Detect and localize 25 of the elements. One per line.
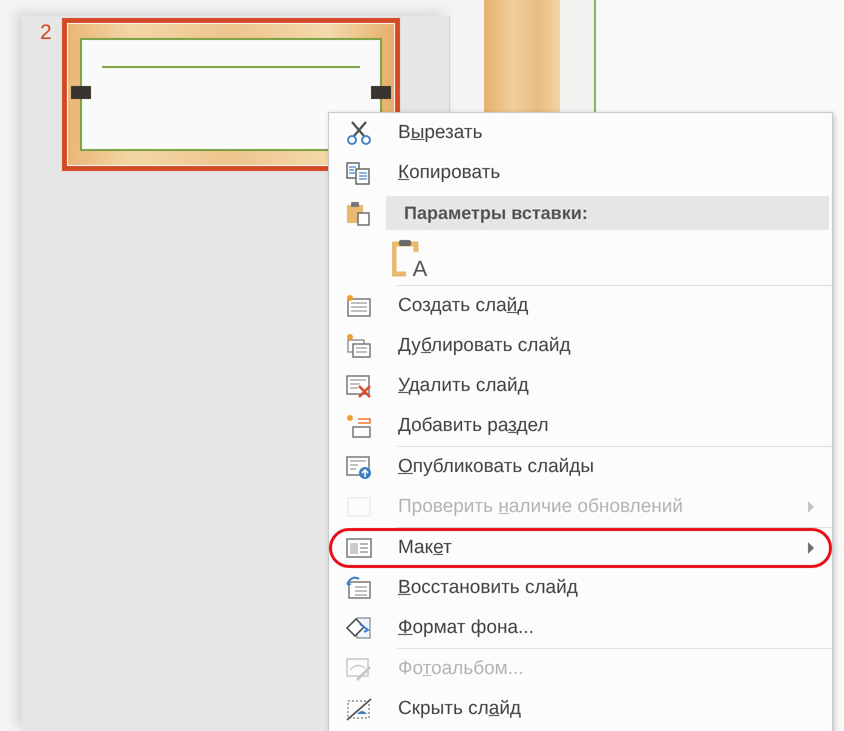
photo-album-icon — [345, 656, 373, 682]
new-slide-icon — [345, 293, 373, 319]
menu-item[interactable]: Копировать — [329, 153, 832, 193]
delete-slide-icon — [345, 373, 373, 399]
menu-item[interactable]: Вырезать — [329, 113, 832, 153]
menu-item[interactable]: Создать слайд — [329, 286, 832, 326]
menu-item[interactable]: Скрыть слайд — [329, 689, 832, 729]
hide-slide-icon — [345, 696, 373, 722]
menu-item[interactable]: Формат фона... — [329, 608, 832, 648]
reset-slide-icon — [345, 575, 373, 601]
paint-bucket-icon — [345, 615, 373, 641]
slide-thumbnail[interactable] — [62, 18, 400, 171]
menu-item[interactable]: Добавить раздел — [329, 406, 832, 446]
scissors-icon — [345, 120, 373, 146]
slide-number: 2 — [40, 20, 52, 45]
publish-slides-icon — [345, 454, 373, 480]
menu-item[interactable]: Восстановить слайд — [329, 568, 832, 608]
copy-icon — [345, 160, 373, 186]
add-section-icon — [345, 413, 373, 439]
menu-item[interactable]: Дублировать слайд — [329, 326, 832, 366]
section-header: Параметры вставки: — [386, 196, 829, 230]
duplicate-slide-icon — [345, 333, 373, 359]
menu-item[interactable]: Опубликовать слайды — [329, 447, 832, 487]
menu-item[interactable]: Макет — [329, 528, 832, 568]
menu-item[interactable]: Удалить слайд — [329, 366, 832, 406]
